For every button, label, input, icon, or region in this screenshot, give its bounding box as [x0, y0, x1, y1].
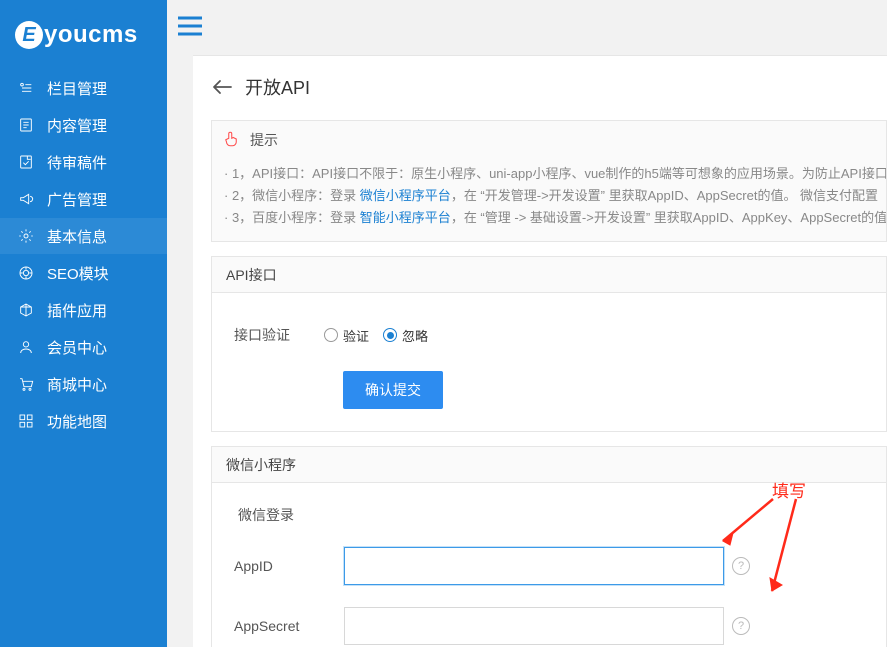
- logo: E youcms: [0, 0, 167, 70]
- sidebar-item-member-center[interactable]: 会员中心: [0, 329, 167, 365]
- sidebar-item-label: 基本信息: [47, 226, 107, 247]
- sidebar-item-label: 内容管理: [47, 115, 107, 136]
- sidebar: E youcms 栏目管理内容管理待审稿件广告管理基本信息 SEO模块插件应用会员…: [0, 0, 167, 647]
- sidebar-item-feature-map[interactable]: 功能地图: [0, 403, 167, 439]
- hand-pointer-icon: [222, 130, 242, 150]
- sidebar-item-seo-module[interactable]: SEO模块: [0, 255, 167, 291]
- sidebar-item-label: 功能地图: [47, 411, 107, 432]
- sidebar-item-plugin-app[interactable]: 插件应用: [0, 292, 167, 328]
- pending-review-icon: [18, 154, 34, 170]
- help-icon[interactable]: ?: [732, 557, 750, 575]
- feature-map-icon: [18, 413, 34, 429]
- sidebar-item-label: 栏目管理: [47, 78, 107, 99]
- sidebar-item-label: 插件应用: [47, 300, 107, 321]
- content: 开放API 提示 · 1，API接口：API接口不限于：原生小程序、uni-ap…: [193, 55, 887, 647]
- basic-info-icon: [18, 228, 34, 244]
- sidebar-item-label: 会员中心: [47, 337, 107, 358]
- tip-head-text: 提示: [250, 130, 278, 150]
- ad-manage-icon: [18, 191, 34, 207]
- sidebar-item-label: SEO模块: [47, 263, 109, 284]
- verify-radio-group: 验证 忽略: [324, 326, 436, 345]
- tip-line-2: · 2，微信小程序：登录 微信小程序平台，在 “开发管理->开发设置” 里获取A…: [224, 185, 886, 207]
- sidebar-item-label: 待审稿件: [47, 152, 107, 173]
- member-center-icon: [18, 339, 34, 355]
- back-arrow-icon[interactable]: [211, 76, 233, 98]
- tip-line-1: · 1，API接口：API接口不限于：原生小程序、uni-app小程序、vue制…: [224, 163, 886, 185]
- wechat-section: 微信小程序 微信登录 AppID ? AppSecret ?: [211, 446, 887, 647]
- help-icon[interactable]: ?: [732, 617, 750, 635]
- sidebar-item-mall-center[interactable]: 商城中心: [0, 366, 167, 402]
- verify-label: 接口验证: [234, 325, 324, 345]
- radio-ignore[interactable]: 忽略: [383, 326, 428, 345]
- sidebar-item-pending-review[interactable]: 待审稿件: [0, 144, 167, 180]
- api-section-head: API接口: [212, 257, 886, 293]
- appsecret-input[interactable]: [344, 607, 724, 645]
- seo-module-icon: [18, 265, 34, 281]
- plugin-app-icon: [18, 302, 34, 318]
- wechat-section-head: 微信小程序: [212, 447, 886, 483]
- page-title: 开放API: [245, 74, 310, 100]
- wechat-platform-link[interactable]: 微信小程序平台: [360, 188, 451, 203]
- main: 开放API 提示 · 1，API接口：API接口不限于：原生小程序、uni-ap…: [167, 0, 887, 647]
- tip-line-3: · 3，百度小程序：登录 智能小程序平台，在 “管理 -> 基础设置->开发设置…: [224, 207, 886, 229]
- sidebar-item-content-manage[interactable]: 内容管理: [0, 107, 167, 143]
- content-manage-icon: [18, 117, 34, 133]
- logo-text: youcms: [44, 21, 138, 49]
- column-manage-icon: [18, 80, 34, 96]
- sidebar-item-ad-manage[interactable]: 广告管理: [0, 181, 167, 217]
- radio-verify[interactable]: 验证: [324, 326, 369, 345]
- topbar: [167, 0, 887, 55]
- appid-label: AppID: [234, 558, 344, 574]
- menu-toggle-icon[interactable]: [177, 15, 203, 40]
- submit-button[interactable]: 确认提交: [343, 371, 443, 409]
- api-section: API接口 接口验证 验证 忽略 确认提交: [211, 256, 887, 432]
- baidu-platform-link[interactable]: 智能小程序平台: [360, 210, 451, 225]
- logo-icon: E: [15, 21, 43, 49]
- appsecret-label: AppSecret: [234, 618, 344, 634]
- sidebar-item-label: 广告管理: [47, 189, 107, 210]
- appid-input[interactable]: [344, 547, 724, 585]
- tip-box: 提示 · 1，API接口：API接口不限于：原生小程序、uni-app小程序、v…: [211, 120, 887, 242]
- sidebar-item-basic-info[interactable]: 基本信息: [0, 218, 167, 254]
- sidebar-item-column-manage[interactable]: 栏目管理: [0, 70, 167, 106]
- annotation-arrow-2: [758, 495, 808, 605]
- sidebar-item-label: 商城中心: [47, 374, 107, 395]
- mall-center-icon: [18, 376, 34, 392]
